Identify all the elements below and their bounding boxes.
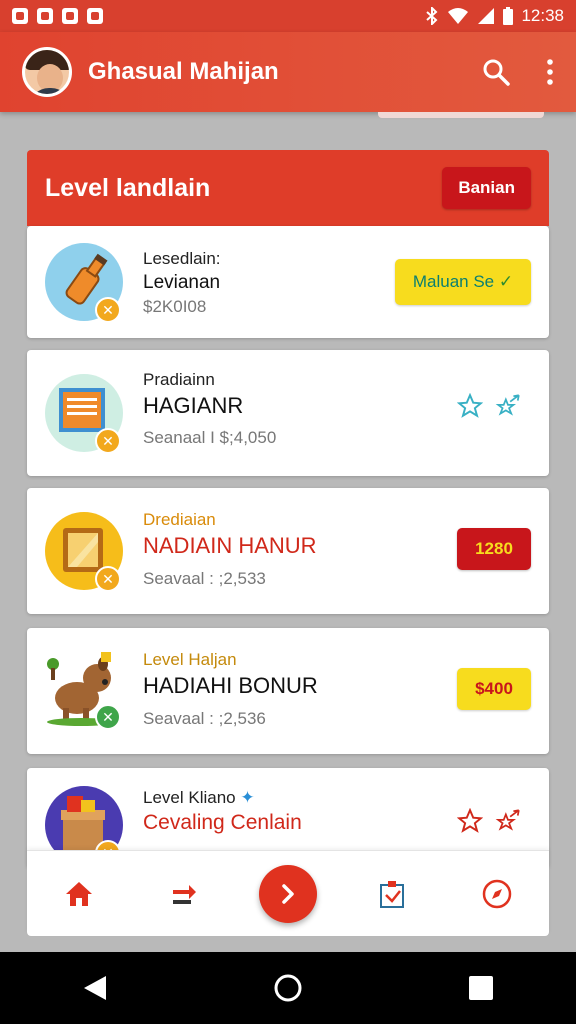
- search-icon[interactable]: [482, 58, 510, 86]
- notification-icon: [87, 8, 103, 24]
- frame-icon: ✕: [45, 512, 123, 592]
- header-button[interactable]: Banian: [442, 167, 531, 209]
- dog-icon: ✕: [45, 650, 123, 730]
- bottom-nav: [27, 850, 549, 936]
- home-icon: [66, 881, 93, 906]
- item-subtitle: $2K0I08: [143, 297, 207, 316]
- app-bar: Ghasual Mahijan: [0, 32, 576, 112]
- nav-home[interactable]: [49, 864, 109, 924]
- price-button[interactable]: 1280: [457, 528, 531, 570]
- bottle-icon: ✕: [45, 243, 123, 323]
- avatar[interactable]: [22, 47, 72, 97]
- recents-icon[interactable]: [468, 975, 494, 1001]
- panel-header: Level landlain Banian: [27, 150, 549, 226]
- list-item[interactable]: ✕ Drediaian NADIAIN HANUR Seavaal : ;2,5…: [27, 488, 549, 614]
- badge-icon: ✕: [95, 428, 121, 454]
- wifi-icon: [448, 8, 469, 24]
- badge-icon: ✕: [95, 297, 121, 323]
- chevron-right-icon: [282, 883, 294, 904]
- item-label: Level Kliano ✦: [143, 788, 255, 807]
- list-item[interactable]: ✕ Level Haljan HADIAHI BONUR Seavaal : ;…: [27, 628, 549, 754]
- bluetooth-icon: [426, 7, 438, 25]
- redeem-button[interactable]: Maluan Se ✓: [395, 259, 531, 305]
- list-item[interactable]: ✕ Lesedlain: Levianan $2K0I08 Maluan Se …: [27, 226, 549, 338]
- document-icon: ✕: [45, 374, 123, 454]
- star-icon[interactable]: [457, 808, 483, 834]
- share-star-icon[interactable]: [495, 808, 521, 834]
- item-subtitle: Seavaal : ;2,536: [143, 709, 266, 728]
- notification-icon: [12, 8, 28, 24]
- item-label: Level Haljan: [143, 650, 237, 669]
- item-label: Drediaian: [143, 510, 216, 529]
- level-panel: Level landlain Banian ✕ Lesedlain: Levia…: [27, 150, 549, 936]
- item-label: Pradiainn: [143, 370, 215, 389]
- badge-icon: ✕: [95, 566, 121, 592]
- signal-icon: [478, 8, 495, 24]
- tab-indicator: [378, 112, 544, 118]
- item-label: Lesedlain:: [143, 249, 221, 268]
- item-title: NADIAIN HANUR: [143, 533, 317, 558]
- notification-icon: [62, 8, 78, 24]
- item-title: HAGIANR: [143, 393, 244, 418]
- price-button[interactable]: $400: [457, 668, 531, 710]
- panel-title: Level landlain: [45, 173, 211, 202]
- home-circle-icon[interactable]: [273, 973, 303, 1003]
- clipboard-icon: [379, 880, 404, 908]
- leaf-icon: ✓: [498, 272, 514, 291]
- nav-transfer[interactable]: [154, 864, 214, 924]
- nav-settings[interactable]: [467, 864, 527, 924]
- item-title: HADIAHI BONUR: [143, 673, 318, 698]
- status-bar: 12:38: [0, 0, 576, 32]
- item-subtitle: Seanaal I $;4,050: [143, 428, 277, 447]
- system-nav-bar: [0, 952, 576, 1024]
- more-options-icon[interactable]: [546, 59, 554, 85]
- item-title: Levianan: [143, 272, 221, 293]
- compass-icon: [482, 879, 511, 908]
- notification-icon: [37, 8, 53, 24]
- badge-icon: ✕: [95, 704, 121, 730]
- star-icon[interactable]: [457, 393, 483, 419]
- item-subtitle: Seavaal : ;2,533: [143, 569, 266, 588]
- share-star-icon[interactable]: [495, 393, 521, 419]
- nav-clipboard[interactable]: [362, 864, 422, 924]
- item-title: Cevaling Cenlain: [143, 811, 302, 834]
- list-item[interactable]: ✕ Pradiainn HAGIANR Seanaal I $;4,050: [27, 350, 549, 476]
- status-time: 12:38: [521, 6, 564, 25]
- verified-icon: ✦: [240, 788, 255, 807]
- transfer-icon: [173, 884, 197, 904]
- play-button[interactable]: [258, 864, 317, 923]
- battery-icon: [503, 7, 514, 25]
- back-icon[interactable]: [82, 974, 108, 1002]
- app-title: Ghasual Mahijan: [88, 58, 279, 85]
